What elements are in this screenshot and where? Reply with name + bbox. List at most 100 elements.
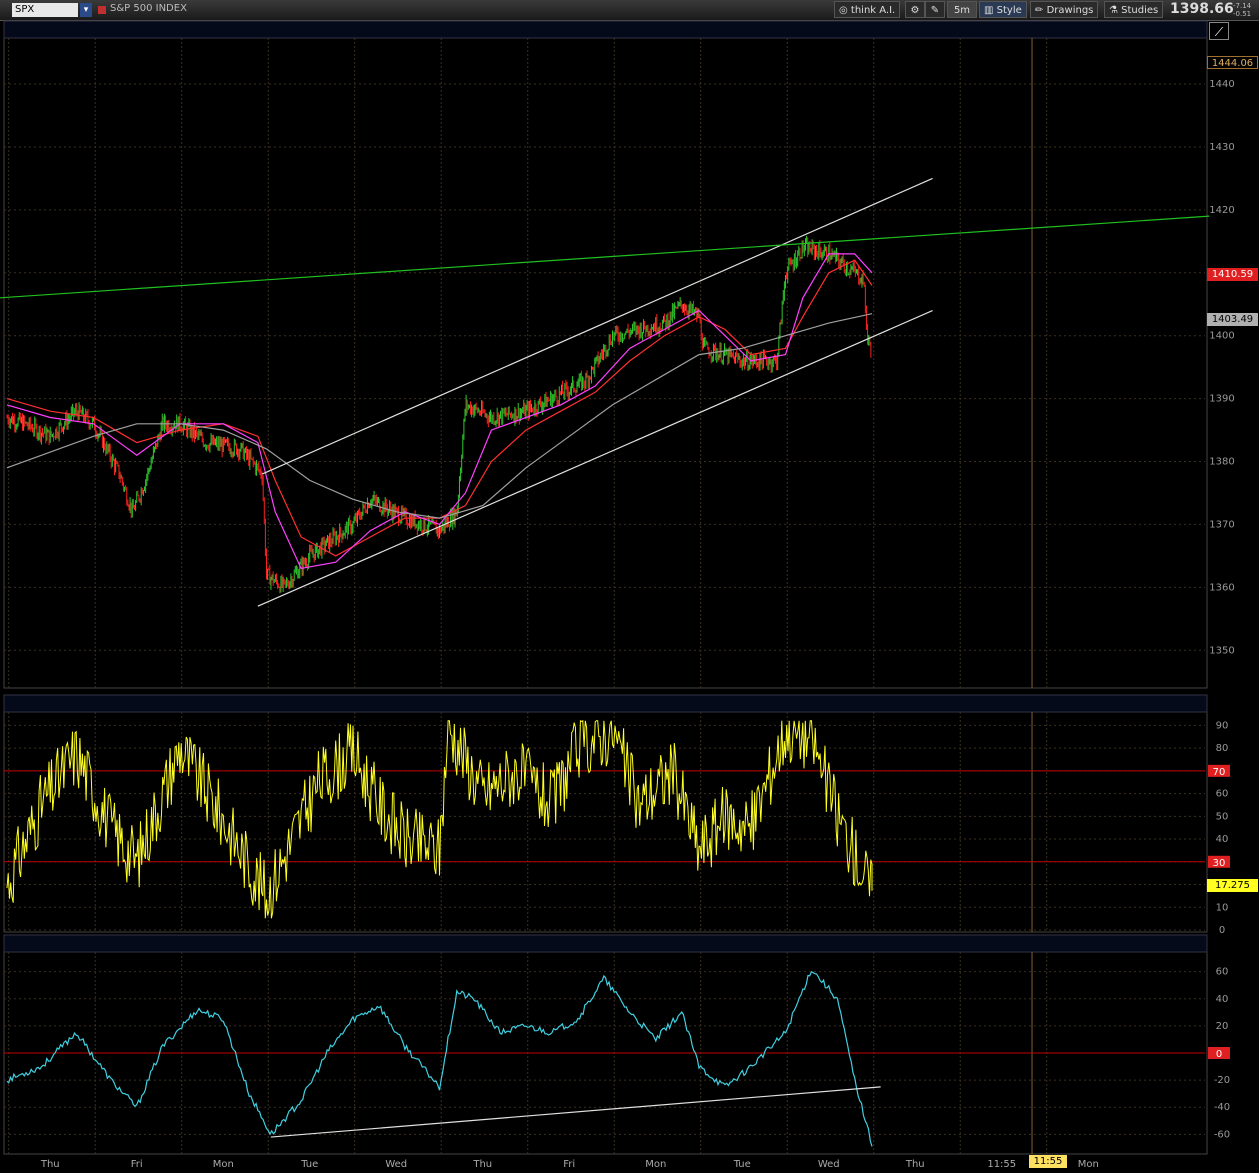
sma34-line xyxy=(6,253,873,570)
level-label-bg xyxy=(1208,855,1230,868)
copyright-text: 2012 © TD Ameritrade IP Company, Inc. xyxy=(10,44,193,54)
y-tick-label: -40 xyxy=(1214,1102,1230,1113)
settings-icon: ⚙ xyxy=(910,5,920,16)
yesterday-cell: Y: 1444.06 xyxy=(381,22,441,38)
y-tick-label: 1370 xyxy=(1209,519,1234,530)
x-tick-label: Thu xyxy=(905,1159,925,1170)
x-tick-label: Fri xyxy=(563,1159,575,1170)
chart-symbol-label[interactable]: SPX 10 d 5m xyxy=(8,22,87,38)
y-tick-label: 1400 xyxy=(1209,331,1234,342)
price-study-header: SPX 10 d 5m D: 5/3/12 11:55 AM O: N/A H: N/… xyxy=(8,22,1035,38)
flag-icon[interactable] xyxy=(98,6,106,14)
y-tick-label: 10 xyxy=(1216,902,1229,913)
x-tick-label: Thu xyxy=(40,1159,60,1170)
symbol-input[interactable]: SPX xyxy=(12,3,78,17)
pane-frame-2 xyxy=(3,951,1208,1155)
open-cell: O: N/A xyxy=(190,22,230,38)
wrench-button[interactable]: ✎ xyxy=(925,1,945,18)
drawings-button[interactable]: ✏ Drawings xyxy=(1030,1,1099,18)
high-cell: H: N/A xyxy=(229,22,268,38)
y-tick-label: 1360 xyxy=(1209,582,1234,593)
style-button[interactable]: ▥ Style xyxy=(979,1,1027,18)
y-tick-label: 1420 xyxy=(1209,205,1234,216)
flask-icon: ⚗ xyxy=(1109,5,1118,16)
y-tick-label: 60 xyxy=(1216,967,1229,978)
x-tick-label: Wed xyxy=(385,1159,407,1170)
rsi-marker: 17.275 xyxy=(1207,879,1258,892)
top-toolbar: SPX ▾ S&P 500 INDEX ◎ think A.I. ⚙ ✎ 5m … xyxy=(0,0,1259,21)
rsi-line xyxy=(6,720,873,919)
pane-frame-0 xyxy=(3,37,1208,689)
resistance-line xyxy=(0,215,1210,299)
interval-button[interactable]: 5m xyxy=(947,1,977,18)
last-price: 1398.66 xyxy=(1170,1,1234,17)
x-tick-label: Fri xyxy=(131,1159,143,1170)
studies-button[interactable]: ⚗ Studies xyxy=(1104,1,1164,18)
y-tick-label: 50 xyxy=(1216,811,1229,822)
y-tick-label: 0 xyxy=(1219,1048,1225,1059)
level-label: 0 xyxy=(1216,1049,1222,1060)
yesterday-close-marker: 1444.06 xyxy=(1207,56,1258,69)
rsi-low-level: 30 xyxy=(184,697,204,713)
sma200-label[interactable]: SimpleMovingAvg (CLOSE, 200, 0) xyxy=(637,22,815,38)
tsi-label[interactable]: TrueStrengthIndex (25, 13, 8, EMA) xyxy=(8,937,191,953)
y-tick-label: 40 xyxy=(1216,994,1229,1005)
level-label: 70 xyxy=(1213,767,1226,778)
rsi-label[interactable]: RSI_EMA (14, 70, 30, CLOSE) xyxy=(8,697,159,713)
y-tick-label: 1390 xyxy=(1209,394,1234,405)
y-tick-label: 20 xyxy=(1216,1021,1229,1032)
x-tick-label: Mon xyxy=(645,1159,666,1170)
x-tick-label: 11:55 xyxy=(987,1159,1016,1170)
y-tick-label: 1430 xyxy=(1209,142,1234,153)
sma34-label[interactable]: SimpleMovingAvg (CLOSE, 34, 0) xyxy=(839,22,1011,38)
x-tick-label: Wed xyxy=(818,1159,840,1170)
level-label: 30 xyxy=(1213,858,1226,869)
think-ai-button[interactable]: ◎ think A.I. xyxy=(834,1,901,18)
y-tick-label: 1440 xyxy=(1209,79,1234,90)
close-cell: C: N/A xyxy=(305,22,343,38)
y-tick-label: 90 xyxy=(1216,720,1229,731)
wrench-icon: ✎ xyxy=(930,5,940,16)
sma50-label[interactable]: SimpleMovingAvg (CLOSE, 50, 0) xyxy=(441,22,612,38)
gauge-icon: ◎ xyxy=(839,5,848,16)
channel-upper-line xyxy=(261,177,933,475)
y-tick-label: 0 xyxy=(1219,925,1225,936)
pane-frame-1 xyxy=(3,711,1208,933)
net-change: -7.14 xyxy=(1233,2,1252,10)
x-tick-label: Tue xyxy=(733,1159,751,1170)
symbol-name: S&P 500 INDEX xyxy=(110,3,187,14)
y-tick-label: -60 xyxy=(1214,1129,1230,1140)
chart-canvas[interactable]: Thu Fri Mon Tue Wed Thu Fri Mon Tue Wed Thu 11:55 Mo… xyxy=(0,0,1259,1173)
x-tick-label: Mon xyxy=(1078,1159,1099,1170)
sma34-value: N/A xyxy=(1010,22,1035,38)
pencil-icon: ✏ xyxy=(1035,5,1044,16)
x-tick-label: Tue xyxy=(300,1159,318,1170)
y-tick-label: 1380 xyxy=(1209,457,1234,468)
range-cell: R: N/A xyxy=(343,22,381,38)
y-tick-label: 80 xyxy=(1216,743,1229,754)
percent-change: -0.51 xyxy=(1233,10,1252,18)
low-cell: L: N/A xyxy=(268,22,305,38)
y-tick-label: 60 xyxy=(1216,789,1229,800)
y-tick-label: 40 xyxy=(1216,834,1229,845)
tsi-study-header: TrueStrengthIndex (25, 13, 8, EMA) 0 xyxy=(8,937,205,953)
sma50-value: N/A xyxy=(612,22,637,38)
y-tick-label: 30 xyxy=(1216,857,1229,868)
sma50-marker: 1410.59 xyxy=(1207,268,1258,281)
style-icon: ▥ xyxy=(984,5,994,16)
tools-button[interactable]: ⚙ xyxy=(905,1,925,18)
tsi-value: 0 xyxy=(191,937,205,953)
x-tick-label: Thu xyxy=(472,1159,492,1170)
sma200-marker: 1403.49 xyxy=(1207,313,1258,326)
sma50-line xyxy=(6,259,873,557)
rsi-value: N/A xyxy=(159,697,184,713)
symbol-dropdown-icon[interactable]: ▾ xyxy=(80,3,92,17)
channel-lower-line xyxy=(257,309,933,607)
sma200-line xyxy=(6,313,873,519)
rsi-high-level: 70 xyxy=(203,697,224,713)
y-tick-label: -20 xyxy=(1214,1075,1230,1086)
chart-settings-icon[interactable]: ⟋ xyxy=(1209,22,1229,40)
date-cell: D: 5/3/12 11:55 AM xyxy=(86,22,191,38)
level-label-bg xyxy=(1208,1047,1230,1059)
x-tick-label: Mon xyxy=(213,1159,234,1170)
